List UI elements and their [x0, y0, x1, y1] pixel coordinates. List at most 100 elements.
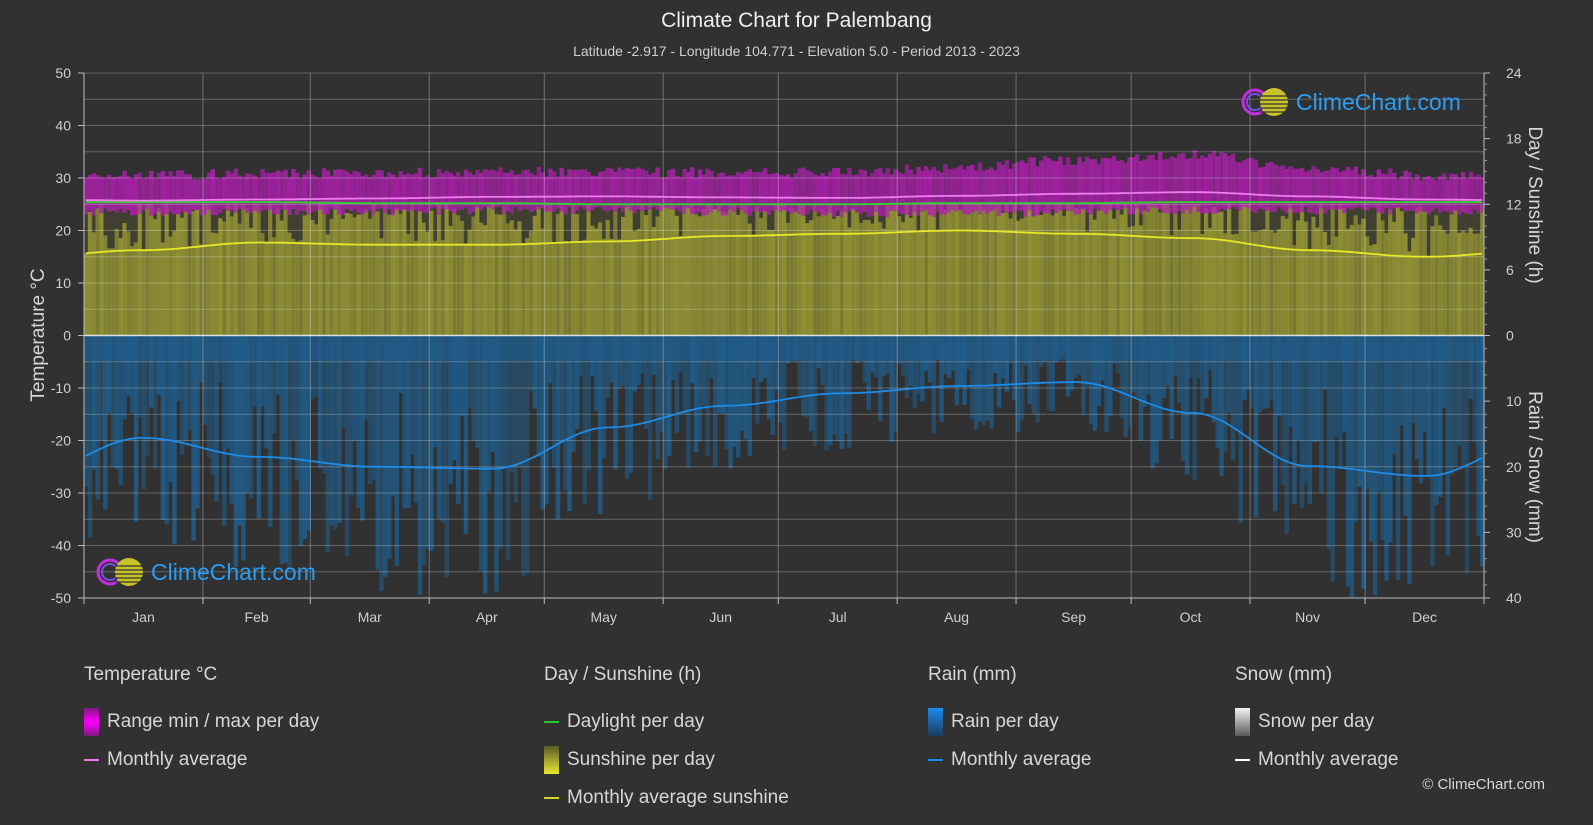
month-label: Aug — [944, 609, 969, 625]
temp-range-day-bar — [816, 175, 822, 213]
temp-range-day-bar — [563, 175, 568, 215]
temp-range-day-bar — [1445, 179, 1451, 212]
sunshine-day-bar — [433, 240, 438, 336]
sunshine-day-bar — [931, 204, 937, 336]
temp-range-day-bar — [931, 166, 937, 217]
sunshine-day-bar — [448, 225, 453, 336]
sunshine-day-bar — [973, 204, 979, 336]
temp-range-day-bar — [298, 177, 304, 211]
rain-day-bar — [222, 335, 227, 527]
sunshine-day-bar — [164, 204, 169, 336]
temp-range-day-bar — [179, 170, 185, 213]
sunshine-day-bar — [99, 204, 104, 336]
sunshine-day-bar — [571, 204, 576, 336]
temp-range-day-bar — [271, 172, 277, 215]
climechart-logo-icon — [1241, 88, 1288, 116]
sunshine-day-bar — [1227, 204, 1232, 336]
sunshine-day-bar — [91, 232, 97, 336]
sunshine-day-bar — [647, 204, 653, 336]
sunshine-day-bar — [985, 204, 990, 336]
temp-range-day-bar — [436, 169, 442, 215]
sunshine-day-bar — [1150, 204, 1155, 336]
sunshine-day-bar — [1368, 245, 1374, 336]
sunshine-day-bar — [502, 206, 507, 336]
daylight-day-bar — [525, 204, 530, 239]
sunshine-day-bar — [755, 206, 760, 336]
temp-range-day-bar — [916, 166, 921, 216]
legend-sunshine: Day / Sunshine (h) Daylight per day Suns… — [544, 664, 789, 817]
temp-range-day-bar — [839, 173, 845, 218]
temp-range-day-bar — [87, 174, 93, 211]
temp-range-day-bar — [398, 171, 403, 211]
sunshine-day-bar — [782, 204, 787, 336]
temp-range-day-bar — [1004, 160, 1009, 214]
sunshine-day-bar — [874, 204, 879, 336]
sunshine-day-bar — [325, 234, 331, 336]
temp-range-day-bar — [410, 174, 415, 211]
temp-range-day-bar — [1464, 179, 1470, 214]
temp-range-day-bar — [95, 175, 100, 209]
daylight-day-bar — [1230, 204, 1236, 235]
temp-range-day-bar — [1008, 168, 1013, 213]
temp-range-day-bar — [693, 177, 699, 214]
daylight-day-bar — [1384, 204, 1389, 234]
temp-range-day-bar — [705, 168, 710, 215]
logo-top-right[interactable]: ClimeChart.com — [1240, 87, 1461, 117]
month-label: Mar — [358, 609, 382, 625]
temp-range-day-bar — [233, 168, 239, 213]
sunshine-day-bar — [475, 205, 480, 336]
temp-range-day-bar — [636, 167, 641, 210]
sunshine-day-bar — [1134, 204, 1140, 336]
sunshine-day-bar — [628, 204, 634, 336]
rain-day-bar — [597, 335, 603, 515]
temp-range-day-bar — [229, 173, 235, 211]
left-tick-label: -20 — [51, 433, 71, 449]
rain-day-bar — [505, 335, 511, 561]
daylight-day-bar — [433, 204, 438, 241]
sunshine-day-bar — [1230, 234, 1236, 336]
sunshine-day-bar — [1204, 208, 1209, 336]
sunshine-day-bar — [831, 218, 837, 336]
rain-day-bar — [325, 335, 331, 553]
sunshine-day-bar — [1196, 204, 1201, 336]
sunshine-day-bar — [517, 221, 522, 336]
copyright[interactable]: © ClimeChart.com — [1422, 776, 1545, 793]
temp-range-day-bar — [421, 177, 426, 213]
rain-day-bar — [1380, 335, 1385, 541]
sunshine-day-bar — [567, 241, 572, 336]
sunshine-day-bar — [693, 214, 699, 336]
legend-header: Rain (mm) — [928, 664, 1017, 685]
temp-range-day-bar — [417, 167, 423, 212]
rain-day-bar — [283, 335, 288, 563]
temp-range-day-bar — [252, 175, 258, 211]
sunshine-day-bar — [1023, 204, 1029, 336]
sunshine-day-bar — [237, 223, 242, 336]
sunshine-day-bar — [582, 239, 588, 336]
temp-range-day-bar — [1200, 155, 1205, 214]
temp-range-day-bar — [218, 178, 223, 213]
sunshine-day-bar — [298, 240, 304, 336]
rain-day-bar — [1434, 335, 1439, 505]
sunshine-day-bar — [920, 204, 925, 336]
logo-bottom-left[interactable]: ClimeChart.com — [95, 557, 316, 587]
temp-range-day-bar — [348, 174, 354, 212]
left-tick-label: 10 — [55, 275, 71, 291]
rain-day-bar — [444, 335, 449, 578]
temp-range-day-bar — [962, 169, 967, 214]
sunshine-day-bar — [705, 204, 710, 336]
sunshine-day-bar — [110, 248, 116, 336]
temp-range-day-bar — [141, 178, 146, 211]
daylight-day-bar — [379, 204, 384, 239]
temp-range-day-bar — [1188, 158, 1194, 214]
temp-range-day-bar — [325, 170, 331, 214]
temp-range-day-bar — [452, 175, 457, 214]
sunshine-day-bar — [682, 206, 687, 336]
rain-day-bar — [494, 335, 499, 592]
rain-day-bar — [387, 335, 392, 559]
rain-day-bar — [429, 335, 434, 551]
sunshine-day-bar — [555, 213, 561, 336]
sunshine-day-bar — [264, 241, 269, 336]
legend-header: Snow (mm) — [1235, 664, 1333, 685]
month-label: Jul — [829, 609, 847, 625]
temp-range-day-bar — [1457, 177, 1462, 216]
